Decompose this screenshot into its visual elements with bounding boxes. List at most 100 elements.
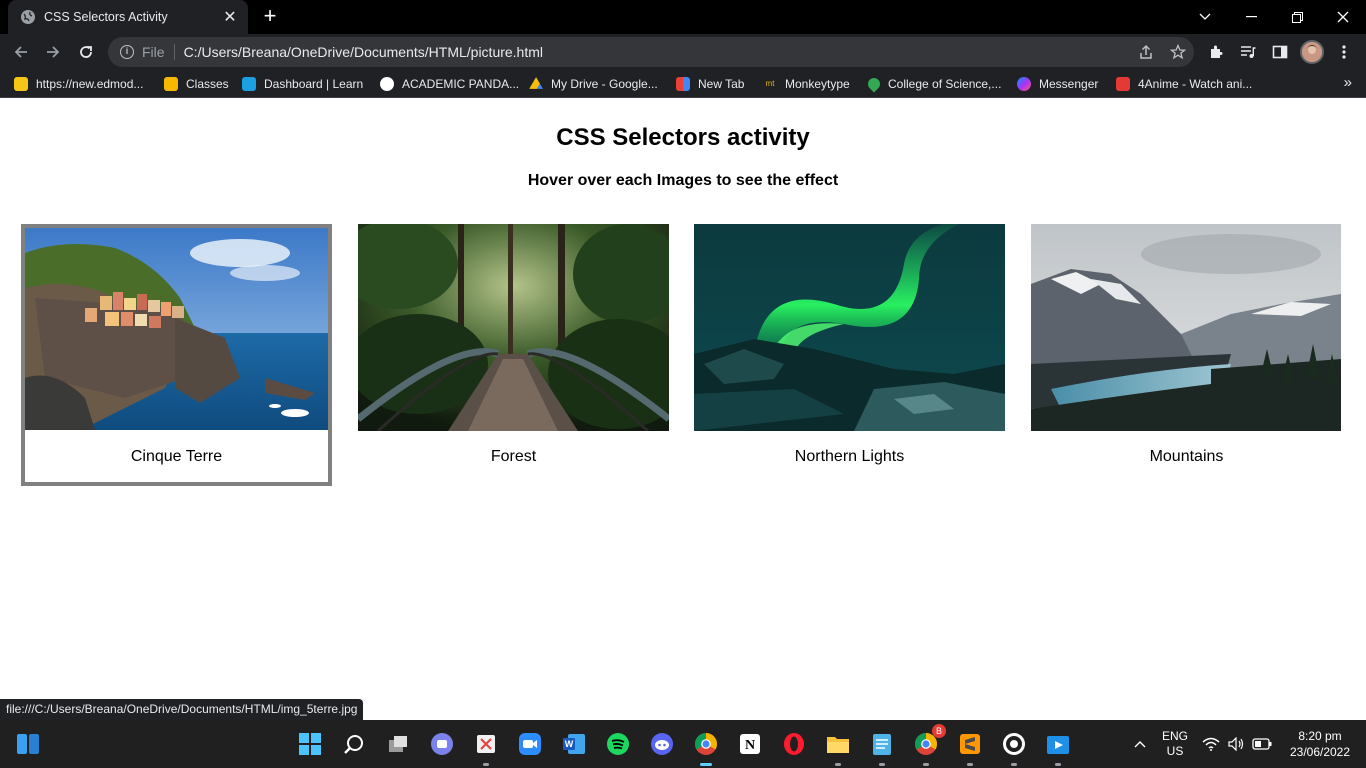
tab-close-icon[interactable]: ✕ — [218, 7, 242, 27]
more-bookmarks-button[interactable]: » — [1344, 74, 1352, 91]
bookmark-academic-panda[interactable]: ACADEMIC PANDA... — [380, 74, 519, 94]
bookmark-classes[interactable]: Classes — [164, 74, 229, 94]
osu-icon[interactable] — [1000, 730, 1028, 766]
language-code: ENG — [1161, 729, 1188, 743]
bookmark-college-of-science[interactable]: College of Science,... — [865, 74, 1002, 94]
show-hidden-icons-chevron-up-icon[interactable] — [1128, 720, 1152, 768]
google-drive-icon — [529, 77, 543, 89]
restore-button[interactable] — [1274, 0, 1320, 34]
bookmarks-bar: https://new.edmod... Classes Dashboard |… — [0, 70, 1366, 98]
bookmark-monkeytype[interactable]: mt Monkeytype — [763, 74, 850, 94]
page-content: CSS Selectors activity Hover over each I… — [0, 98, 1366, 720]
minimize-button[interactable] — [1228, 0, 1274, 34]
bookmark-label: Dashboard | Learn — [264, 77, 364, 91]
forest-image[interactable] — [358, 224, 669, 431]
4anime-icon — [1116, 77, 1130, 91]
chrome-icon[interactable] — [692, 730, 720, 766]
scheme-label: File — [142, 44, 165, 60]
tab-strip: CSS Selectors Activity ✕ + — [0, 0, 1366, 34]
clock-date: 23/06/2022 — [1289, 745, 1351, 759]
quick-settings[interactable] — [1200, 720, 1274, 768]
edmodo-icon — [14, 77, 28, 91]
teams-chat-icon[interactable] — [428, 730, 456, 758]
battery-icon — [1252, 738, 1272, 750]
bookmark-label: Classes — [186, 77, 229, 91]
opera-icon[interactable] — [780, 730, 808, 758]
zoom-icon[interactable] — [516, 730, 544, 758]
bookmark-label: My Drive - Google... — [551, 77, 658, 91]
bookmark-edmodo[interactable]: https://new.edmod... — [14, 74, 143, 94]
sublime-text-icon[interactable] — [956, 730, 984, 766]
windows-taskbar: W N B ENG US 8:20 pm 23/06/2022 — [0, 720, 1366, 768]
tab-title: CSS Selectors Activity — [44, 10, 168, 24]
messenger-icon — [1017, 77, 1031, 91]
svg-text:N: N — [745, 738, 755, 753]
bookmark-label: College of Science,... — [888, 77, 1002, 91]
language-indicator[interactable]: ENG US — [1156, 720, 1194, 768]
info-icon[interactable]: i — [120, 45, 134, 59]
close-window-button[interactable] — [1320, 0, 1366, 34]
globe-icon — [21, 10, 35, 24]
back-button[interactable] — [9, 40, 33, 64]
mountains-image[interactable] — [1031, 224, 1342, 431]
new-tab-button[interactable]: + — [258, 5, 282, 29]
maps-pin-icon — [865, 75, 883, 93]
bookmark-my-drive[interactable]: My Drive - Google... — [529, 74, 658, 94]
discord-icon[interactable] — [648, 730, 676, 758]
clock-time: 8:20 pm — [1298, 729, 1342, 743]
cinque-terre-image[interactable] — [25, 228, 328, 430]
panda-icon — [380, 77, 394, 91]
share-icon[interactable] — [1130, 37, 1162, 67]
volume-icon — [1228, 737, 1244, 751]
side-panel-icon[interactable] — [1268, 40, 1292, 64]
start-windows-icon[interactable] — [296, 730, 324, 758]
bookmark-label: ACADEMIC PANDA... — [402, 77, 520, 91]
wifi-icon — [1202, 737, 1220, 751]
widgets-icon[interactable] — [14, 730, 42, 758]
url-text[interactable]: C:/Users/Breana/OneDrive/Documents/HTML/… — [184, 44, 1130, 60]
bookmark-label: Monkeytype — [785, 77, 850, 91]
bookmark-label: New Tab — [698, 77, 745, 91]
chrome-profile-badge: B — [932, 724, 946, 738]
page-subtitle: Hover over each Images to see the effect — [527, 172, 839, 189]
bookmark-star-icon[interactable] — [1162, 37, 1194, 67]
forward-button[interactable] — [41, 40, 65, 64]
clock[interactable]: 8:20 pm 23/06/2022 — [1278, 720, 1362, 768]
gallery-card-forest[interactable]: Forest — [358, 224, 669, 486]
bookmark-new-tab[interactable]: New Tab — [676, 74, 744, 94]
notion-icon[interactable]: N — [736, 730, 764, 758]
bookmark-messenger[interactable]: Messenger — [1017, 74, 1098, 94]
bookmark-dashboard-learn[interactable]: Dashboard | Learn — [242, 74, 363, 94]
reload-button[interactable] — [74, 40, 98, 64]
svg-text:W: W — [565, 739, 574, 749]
media-control-icon[interactable] — [1236, 40, 1260, 64]
movies-tv-icon[interactable] — [1044, 730, 1072, 766]
caption-cinque-terre: Cinque Terre — [130, 448, 223, 465]
task-view-icon[interactable] — [384, 730, 412, 758]
gallery-card-cinque-terre[interactable]: Cinque Terre — [21, 224, 332, 486]
gallery-card-northern-lights[interactable]: Northern Lights — [694, 224, 1005, 486]
spotify-icon[interactable] — [604, 730, 632, 758]
caption-northern-lights: Northern Lights — [794, 448, 905, 465]
chrome-profile-icon[interactable]: B — [912, 724, 946, 766]
page-title: CSS Selectors activity — [556, 124, 810, 151]
browser-toolbar: i File C:/Users/Breana/OneDrive/Document… — [0, 34, 1366, 70]
bookmark-label: Messenger — [1039, 77, 1099, 91]
notepad-icon[interactable] — [868, 730, 896, 766]
address-bar[interactable]: i File C:/Users/Breana/OneDrive/Document… — [108, 37, 1194, 67]
search-icon[interactable] — [340, 730, 368, 758]
word-icon[interactable]: W — [560, 730, 588, 758]
bookmark-4anime[interactable]: 4Anime - Watch ani... — [1116, 74, 1252, 94]
menu-kebab-icon[interactable] — [1332, 40, 1356, 64]
profile-avatar[interactable] — [1300, 40, 1324, 64]
snipping-tool-icon[interactable] — [472, 730, 500, 766]
monkeytype-icon: mt — [763, 77, 777, 91]
file-explorer-icon[interactable] — [824, 730, 852, 766]
learn-icon — [242, 77, 256, 91]
new-tab-colorful-icon — [676, 77, 690, 91]
tab-search-icon[interactable] — [1182, 0, 1228, 34]
northern-lights-image[interactable] — [694, 224, 1005, 431]
extensions-icon[interactable] — [1204, 40, 1228, 64]
gallery-card-mountains[interactable]: Mountains — [1031, 224, 1342, 486]
tab-css-selectors[interactable]: CSS Selectors Activity ✕ — [8, 0, 248, 34]
